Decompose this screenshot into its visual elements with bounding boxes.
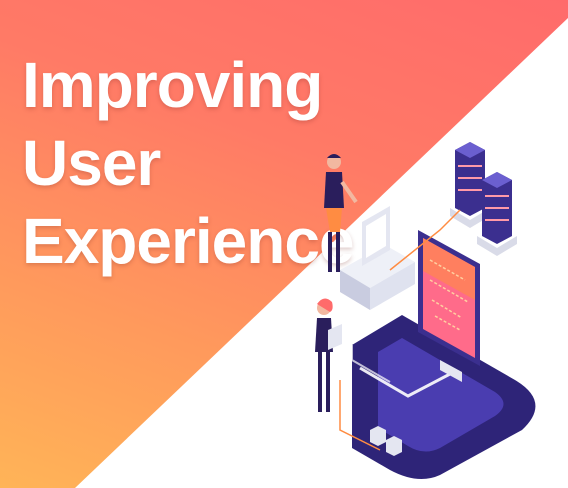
headline-line-1: Improving	[22, 49, 323, 121]
isometric-illustration	[315, 142, 536, 479]
person-icon	[324, 154, 358, 272]
banner-canvas: Improving User Experience	[0, 0, 568, 488]
desktop-computer-icon	[340, 206, 415, 310]
person-icon	[315, 298, 342, 412]
server-rack-icon	[477, 172, 517, 256]
